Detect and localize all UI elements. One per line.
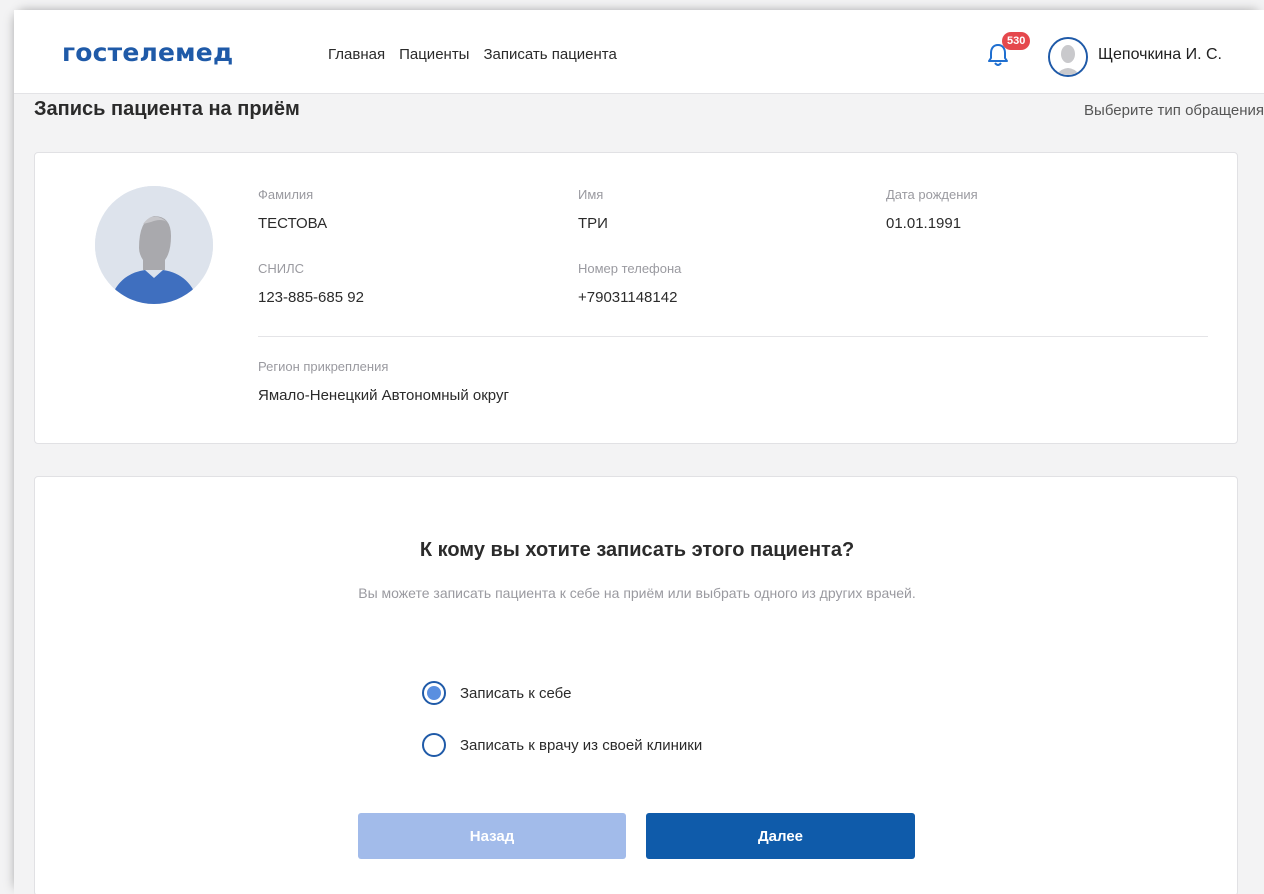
surname-field: Фамилия ТЕСТОВА — [258, 187, 327, 232]
choice-title: К кому вы хотите записать этого пациента… — [419, 539, 855, 561]
patient-card: Фамилия ТЕСТОВА Имя ТРИ Дата рождения 01… — [34, 152, 1238, 444]
nav-book-patient[interactable]: Записать пациента — [483, 46, 616, 63]
divider — [258, 336, 1208, 337]
birthdate-value: 01.01.1991 — [886, 215, 962, 232]
next-button[interactable]: Далее — [646, 813, 915, 859]
phone-field: Номер телефона +79031148142 — [578, 261, 681, 306]
nav-patients[interactable]: Пациенты — [399, 46, 469, 63]
birthdate-label: Дата рождения — [886, 187, 978, 202]
notification-badge: 530 — [1002, 32, 1031, 50]
doctor-choice-card: К кому вы хотите записать этого пациента… — [34, 476, 1238, 894]
user-name[interactable]: Щепочкина И. С. — [1098, 46, 1222, 64]
first-name-field: Имя ТРИ — [578, 187, 608, 232]
phone-label: Номер телефона — [578, 261, 682, 276]
step-hint: Выберите тип обращения — [1084, 102, 1264, 119]
option-book-clinic-doctor-label: Записать к врачу из своей клиники — [460, 736, 703, 754]
radio-book-clinic-doctor[interactable] — [422, 733, 446, 757]
main-nav: Главная Пациенты Записать пациента — [328, 46, 617, 63]
birthdate-field: Дата рождения 01.01.1991 — [886, 187, 978, 232]
option-book-self[interactable]: Записать к себе — [422, 681, 571, 705]
snils-label: СНИЛС — [258, 261, 305, 276]
user-silhouette-icon — [1050, 39, 1086, 75]
option-book-self-label: Записать к себе — [460, 684, 572, 702]
page-title: Запись пациента на приём — [34, 98, 300, 120]
snils-value: 123-885-685 92 — [258, 289, 364, 306]
first-name-label: Имя — [578, 187, 604, 202]
surname-value: ТЕСТОВА — [258, 215, 328, 232]
logo[interactable]: гостелемед — [62, 38, 233, 67]
surname-label: Фамилия — [258, 187, 314, 202]
app-window: гостелемед Главная Пациенты Записать пац… — [14, 10, 1264, 894]
snils-field: СНИЛС 123-885-685 92 — [258, 261, 364, 306]
phone-value: +79031148142 — [578, 289, 678, 306]
back-button[interactable]: Назад — [358, 813, 626, 859]
nav-home[interactable]: Главная — [328, 46, 385, 63]
user-avatar[interactable] — [1048, 37, 1088, 77]
radio-book-self[interactable] — [422, 681, 446, 705]
region-value: Ямало-Ненецкий Автономный округ — [258, 387, 509, 404]
region-label: Регион прикрепления — [258, 359, 389, 374]
patient-silhouette-icon — [95, 186, 213, 304]
first-name-value: ТРИ — [578, 215, 608, 232]
option-book-clinic-doctor[interactable]: Записать к врачу из своей клиники — [422, 733, 702, 757]
patient-avatar — [95, 186, 213, 304]
choice-subtitle: Вы можете записать пациента к себе на пр… — [358, 585, 916, 601]
top-bar: гостелемед Главная Пациенты Записать пац… — [14, 10, 1264, 94]
region-field: Регион прикрепления Ямало-Ненецкий Автон… — [258, 359, 509, 404]
